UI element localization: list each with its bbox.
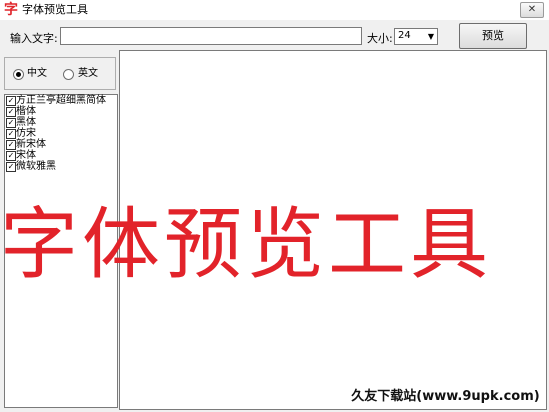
checkbox-icon[interactable]: ✓	[6, 129, 16, 139]
watermark: 久友下载站(www.9upk.com)	[346, 386, 545, 408]
window-title: 字体预览工具	[22, 3, 88, 16]
checkbox-icon[interactable]: ✓	[6, 107, 16, 117]
font-name: 黑体	[16, 117, 36, 128]
list-item[interactable]: ✓ 新宋体	[5, 139, 117, 150]
font-name: 微软雅黑	[16, 161, 56, 172]
text-input[interactable]	[60, 27, 362, 45]
checkbox-icon[interactable]: ✓	[6, 118, 16, 128]
list-item[interactable]: ✓ 方正兰亭超细黑简体	[5, 95, 117, 106]
checkbox-icon[interactable]: ✓	[6, 151, 16, 161]
title-bar: 字 字体预览工具 ✕	[0, 0, 549, 20]
checkbox-icon[interactable]: ✓	[6, 140, 16, 150]
radio-chinese-label[interactable]: 中文	[27, 68, 47, 80]
chevron-down-icon[interactable]: ▼	[425, 29, 437, 44]
app-icon: 字	[4, 2, 18, 18]
list-item[interactable]: ✓ 宋体	[5, 150, 117, 161]
font-name: 宋体	[16, 150, 36, 161]
preview-text: 字体预览工具	[0, 205, 493, 285]
font-name: 楷体	[16, 106, 36, 117]
language-group: 中文 英文	[4, 57, 116, 90]
list-item[interactable]: ✓ 仿宋	[5, 128, 117, 139]
size-label: 大小:	[367, 32, 393, 45]
list-item[interactable]: ✓ 黑体	[5, 117, 117, 128]
radio-english[interactable]	[63, 69, 74, 80]
radio-chinese[interactable]	[13, 69, 24, 80]
list-item[interactable]: ✓ 楷体	[5, 106, 117, 117]
checkbox-icon[interactable]: ✓	[6, 96, 16, 106]
list-item[interactable]: ✓ 微软雅黑	[5, 161, 117, 172]
size-value: 24	[398, 30, 411, 41]
font-name: 方正兰亭超细黑简体	[16, 95, 106, 106]
size-select[interactable]: 24 ▼	[394, 28, 438, 45]
input-label: 输入文字:	[10, 32, 58, 45]
app-window: 字 字体预览工具 ✕ 输入文字: 大小: 24 ▼ 预览 中文 英文 ✓ 方正兰亭…	[0, 0, 549, 412]
font-name: 仿宋	[16, 128, 36, 139]
font-name: 新宋体	[16, 139, 46, 150]
checkbox-icon[interactable]: ✓	[6, 162, 16, 172]
preview-button[interactable]: 预览	[459, 23, 527, 49]
radio-english-label[interactable]: 英文	[78, 68, 98, 80]
close-button[interactable]: ✕	[520, 2, 544, 18]
